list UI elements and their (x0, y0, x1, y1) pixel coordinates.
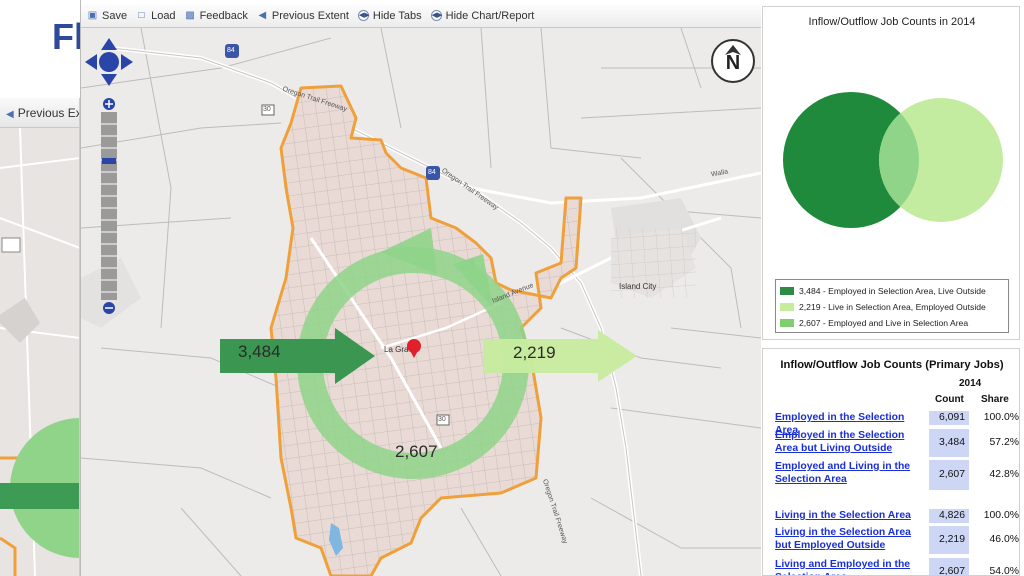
background-toolbar: ◀ Previous Ex (0, 98, 79, 128)
legend-text: 3,484 - Employed in Selection Area, Live… (799, 286, 986, 296)
island-city-label: Island City (619, 282, 657, 291)
row-link[interactable]: Living in the Selection Area but Employe… (775, 526, 927, 552)
interstate-shield-icon: 84 (428, 169, 436, 176)
previous-extent-button[interactable]: ◀ Previous Extent (257, 10, 349, 22)
row-share: 100.0% (983, 412, 1019, 423)
table-row: Employed in the Selection Area but Livin… (775, 429, 1019, 457)
hide-tabs-button[interactable]: ◀▶ Hide Tabs (357, 9, 422, 22)
row-count: 2,219 (929, 526, 969, 554)
zoom-slider[interactable] (101, 112, 117, 300)
legend-swatch (780, 319, 794, 327)
row-count: 2,607 (929, 558, 969, 575)
previous-extent-label: Previous Extent (271, 9, 349, 22)
previous-extent-icon: ◀ (6, 109, 14, 120)
row-count: 4,826 (929, 509, 969, 523)
legend-text: 2,219 - Live in Selection Area, Employed… (799, 302, 986, 312)
row-link[interactable]: Employed and Living in the Selection Are… (775, 460, 927, 486)
collapse-icon: ◀▶ (357, 10, 370, 21)
row-link[interactable]: Employed in the Selection Area but Livin… (775, 429, 927, 455)
save-label: Save (102, 9, 128, 22)
feedback-icon: ▩ (185, 10, 195, 21)
row-count: 6,091 (929, 411, 969, 425)
row-share: 42.8% (989, 469, 1019, 480)
inflow-count-label: 3,484 (238, 342, 281, 361)
save-disk-icon: ▣ (87, 10, 98, 21)
table-row: Living in the Selection Area but Employe… (775, 526, 1019, 554)
collapse-icon: ◀▶ (430, 10, 443, 21)
hide-chart-report-button[interactable]: ◀▶ Hide Chart/Report (430, 9, 535, 22)
back-arrow-icon: ◀ (258, 10, 267, 21)
row-link[interactable]: Living in the Selection Area (775, 509, 927, 522)
count-column-header: Count (935, 394, 964, 405)
row-count: 3,484 (929, 429, 969, 457)
legend-swatch (780, 303, 794, 311)
map-graphics (81, 28, 761, 576)
row-share: 100.0% (983, 510, 1019, 521)
row-count: 2,607 (929, 460, 969, 490)
north-arrow-icon: N (725, 52, 741, 74)
pan-control[interactable] (85, 38, 133, 86)
background-previous-extent-button[interactable]: Previous Ex (18, 106, 79, 120)
onthemap-app-window: ▣ Save □ Load ▩ Feedback ◀ Previous Extent ◀… (80, 0, 761, 576)
venn-chart-panel: Inflow/Outflow Job Counts in 2014 3,484 … (762, 6, 1020, 340)
row-share: 46.0% (989, 534, 1019, 545)
feedback-button[interactable]: ▩ Feedback (185, 10, 248, 22)
table-row: Employed in the Selection Area 6,091 100… (775, 411, 1019, 436)
table-year: 2014 (959, 378, 982, 389)
hide-tabs-label: Hide Tabs (372, 9, 422, 22)
map-canvas[interactable]: N 3,484 2,219 2,607 La Gra Island City O… (81, 28, 761, 576)
row-share: 54.0% (989, 566, 1019, 576)
background-app-window: ◀ Previous Ex (0, 98, 80, 576)
save-button[interactable]: ▣ Save (87, 10, 127, 22)
legend-item: 2,219 - Live in Selection Area, Employed… (780, 299, 1004, 315)
map-toolbar: ▣ Save □ Load ▩ Feedback ◀ Previous Extent ◀… (81, 4, 761, 28)
load-label: Load (151, 9, 176, 22)
zoom-out-button[interactable] (102, 301, 116, 315)
job-counts-table-panel: Inflow/Outflow Job Counts (Primary Jobs)… (762, 348, 1020, 576)
table-title: Inflow/Outflow Job Counts (Primary Jobs) (780, 359, 1004, 371)
row-link[interactable]: Living and Employed in the Selection Are… (775, 558, 927, 575)
table-row: Living and Employed in the Selection Are… (775, 558, 1019, 576)
screenshot-stage: Fl ◀ Previous Ex ▣ Save □ Load ▩ Feedbac… (0, 0, 1024, 576)
venn-chart-title: Inflow/Outflow Job Counts in 2014 (808, 16, 976, 28)
town-center-label: La Gra (384, 345, 409, 354)
interstate-shield-icon: 84 (227, 47, 235, 54)
hide-chart-report-label: Hide Chart/Report (445, 9, 535, 22)
outflow-count-label: 2,219 (513, 343, 556, 362)
feedback-label: Feedback (199, 9, 248, 22)
legend-item: 3,484 - Employed in Selection Area, Live… (780, 283, 1004, 299)
internal-flow-count-label: 2,607 (395, 442, 438, 461)
background-map (0, 127, 79, 576)
venn-legend: 3,484 - Employed in Selection Area, Live… (775, 279, 1009, 333)
load-button[interactable]: □ Load (136, 9, 176, 22)
load-document-icon: □ (138, 10, 145, 21)
zoom-in-button[interactable] (102, 97, 116, 111)
share-column-header: Share (981, 394, 1009, 405)
us-route-shield-icon: 30 (438, 416, 446, 423)
legend-swatch (780, 287, 794, 295)
legend-item: 2,607 - Employed and Live in Selection A… (780, 315, 1004, 331)
table-row: Living in the Selection Area 4,826 100.0… (775, 509, 1019, 523)
legend-text: 2,607 - Employed and Live in Selection A… (799, 318, 969, 328)
row-share: 57.2% (989, 437, 1019, 448)
us-route-shield-icon: 30 (263, 106, 271, 113)
table-row: Employed and Living in the Selection Are… (775, 460, 1019, 490)
venn-diagram (783, 92, 1003, 228)
